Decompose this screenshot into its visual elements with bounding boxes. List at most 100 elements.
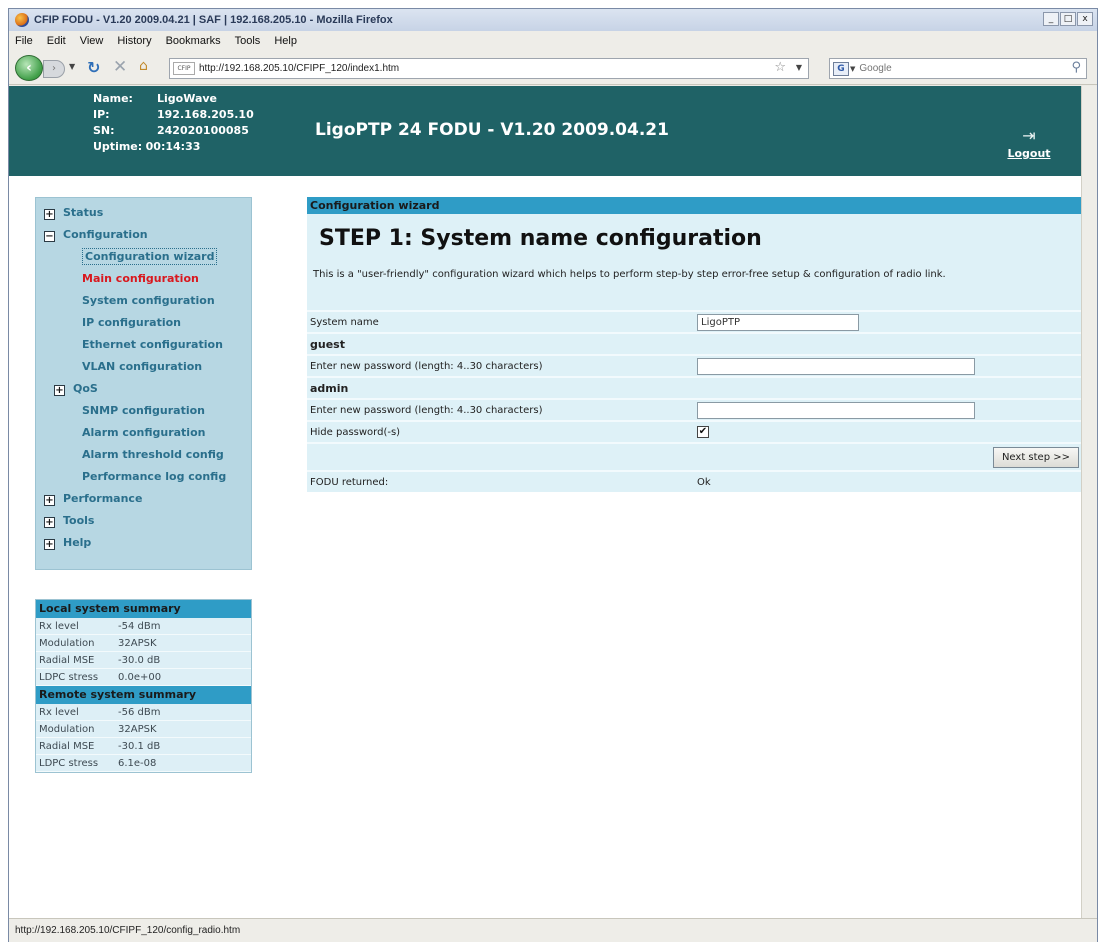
menu-help[interactable]: + Help (36, 532, 251, 554)
menu-alarm-threshold-config[interactable]: Alarm threshold config (36, 444, 251, 466)
maximize-button[interactable]: □ (1060, 12, 1076, 26)
menu-snmp-configuration[interactable]: SNMP configuration (36, 400, 251, 422)
local-summary-title: Local system summary (36, 600, 251, 618)
summary-row: LDPC stress 6.1e-08 (36, 755, 251, 772)
url-bar[interactable]: CFIP http://192.168.205.10/CFIPF_120/ind… (169, 58, 809, 79)
status-text: http://192.168.205.10/CFIPF_120/config_r… (15, 925, 241, 936)
logout-button[interactable]: ⇥ Logout (999, 126, 1059, 160)
ip-label: IP: (93, 108, 110, 121)
ip-value: 192.168.205.10 (157, 108, 254, 121)
window-title: CFIP FODU - V1.20 2009.04.21 | SAF | 192… (34, 14, 393, 26)
summary-row: Rx level -56 dBm (36, 704, 251, 721)
summary-row: Rx level -54 dBm (36, 618, 251, 635)
remote-summary-title: Remote system summary (36, 686, 251, 704)
summary-row: LDPC stress 0.0e+00 (36, 669, 251, 686)
system-summary: Local system summary Rx level -54 dBm Mod… (35, 599, 252, 773)
menu-tools[interactable]: + Tools (36, 510, 251, 532)
app-header: Name: LigoWave IP: 192.168.205.10 SN: 24202… (9, 86, 1081, 176)
page-viewport: Name: LigoWave IP: 192.168.205.10 SN: 24202… (9, 86, 1081, 918)
menu-performance[interactable]: + Performance (36, 488, 251, 510)
url-dropdown-icon[interactable]: ▼ (796, 63, 802, 72)
site-favicon-icon: CFIP (173, 62, 195, 75)
expand-icon[interactable]: + (44, 517, 55, 528)
summary-row: Radial MSE -30.1 dB (36, 738, 251, 755)
menu-file[interactable]: File (15, 35, 33, 47)
search-icon[interactable]: ⚲ (1071, 60, 1081, 75)
fodu-returned-value: Ok (697, 477, 711, 488)
close-button[interactable]: x (1077, 12, 1093, 26)
summary-row: Radial MSE -30.0 dB (36, 652, 251, 669)
browser-window: CFIP FODU - V1.20 2009.04.21 | SAF | 192… (8, 8, 1098, 942)
search-input[interactable] (859, 63, 1060, 74)
guest-section-label: guest (307, 332, 1081, 354)
menu-system-configuration[interactable]: System configuration (36, 290, 251, 312)
summary-row: Modulation 32APSK (36, 635, 251, 652)
admin-password-input[interactable] (697, 402, 975, 419)
history-dropdown-icon[interactable]: ▼ (69, 62, 75, 71)
system-name-input[interactable] (697, 314, 859, 331)
collapse-icon[interactable]: − (44, 231, 55, 242)
wizard-description: This is a "user-friendly" configuration … (313, 269, 946, 280)
navigation-toolbar: ‹ › ▼ ↻ ✕ ⌂ CFIP http://192.168.205.10/C… (9, 51, 1097, 85)
summary-row: Modulation 32APSK (36, 721, 251, 738)
menu-vlan-configuration[interactable]: VLAN configuration (36, 356, 251, 378)
forward-button[interactable]: › (43, 60, 65, 78)
menu-edit[interactable]: Edit (47, 35, 66, 47)
next-step-row: Next step >> (307, 442, 1081, 470)
uptime-label: Uptime: (93, 140, 143, 153)
menu-help[interactable]: Help (274, 35, 297, 47)
logout-label[interactable]: Logout (1007, 147, 1050, 160)
reload-icon[interactable]: ↻ (87, 58, 100, 77)
menu-view[interactable]: View (80, 35, 104, 47)
fodu-returned-row: FODU returned: Ok (307, 470, 1081, 492)
admin-password-label: Enter new password (length: 4..30 charac… (310, 405, 543, 416)
page-title: LigoPTP 24 FODU - V1.20 2009.04.21 (315, 120, 669, 140)
menu-configuration[interactable]: − Configuration (36, 224, 251, 246)
home-icon[interactable]: ⌂ (139, 58, 148, 74)
window-controls: _ □ x (1043, 12, 1093, 26)
menu-alarm-configuration[interactable]: Alarm configuration (36, 422, 251, 444)
menu-bookmarks[interactable]: Bookmarks (166, 35, 221, 47)
name-label: Name: (93, 92, 133, 105)
logout-door-icon[interactable]: ⇥ (999, 126, 1059, 145)
wizard-header: Configuration wizard (307, 197, 1081, 214)
menu-performance-log-config[interactable]: Performance log config (36, 466, 251, 488)
expand-icon[interactable]: + (44, 539, 55, 550)
guest-password-row: Enter new password (length: 4..30 charac… (307, 354, 1081, 376)
device-info: Name: LigoWave IP: 192.168.205.10 SN: 24202… (93, 91, 254, 155)
hide-password-checkbox[interactable]: ✔ (697, 426, 709, 438)
menu-ip-configuration[interactable]: IP configuration (36, 312, 251, 334)
navigation-menu: + Status − Configuration Configuration wiz… (35, 197, 252, 570)
search-engine-dropdown-icon[interactable]: ▼ (850, 65, 855, 73)
menu-history[interactable]: History (117, 35, 151, 47)
menu-main-configuration[interactable]: Main configuration (36, 268, 251, 290)
step-title: STEP 1: System name configuration (319, 226, 762, 251)
vertical-scrollbar[interactable] (1081, 86, 1097, 918)
bookmark-star-icon[interactable]: ☆ (774, 60, 786, 75)
system-name-row: System name (307, 310, 1081, 332)
guest-password-label: Enter new password (length: 4..30 charac… (310, 361, 543, 372)
sn-value: 242020100085 (157, 124, 249, 137)
menu-ethernet-configuration[interactable]: Ethernet configuration (36, 334, 251, 356)
next-step-button[interactable]: Next step >> (992, 447, 1079, 468)
stop-icon[interactable]: ✕ (113, 57, 127, 77)
expand-icon[interactable]: + (44, 209, 55, 220)
uptime-value: 00:14:33 (145, 140, 201, 153)
menu-tools[interactable]: Tools (235, 35, 261, 47)
admin-password-row: Enter new password (length: 4..30 charac… (307, 398, 1081, 420)
status-bar: http://192.168.205.10/CFIPF_120/config_r… (9, 918, 1097, 942)
system-name-label: System name (310, 317, 379, 328)
fodu-returned-label: FODU returned: (310, 477, 389, 488)
search-engine-icon[interactable]: G (833, 61, 849, 76)
guest-password-input[interactable] (697, 358, 975, 375)
menu-configuration-wizard[interactable]: Configuration wizard (36, 246, 251, 268)
name-value: LigoWave (157, 92, 218, 105)
search-bar[interactable]: G ▼ ⚲ (829, 58, 1087, 79)
menu-status[interactable]: + Status (36, 202, 251, 224)
menu-qos[interactable]: + QoS (36, 378, 251, 400)
expand-icon[interactable]: + (44, 495, 55, 506)
minimize-button[interactable]: _ (1043, 12, 1059, 26)
url-text[interactable]: http://192.168.205.10/CFIPF_120/index1.h… (199, 63, 399, 74)
expand-icon[interactable]: + (54, 385, 65, 396)
back-button[interactable]: ‹ (15, 55, 43, 81)
